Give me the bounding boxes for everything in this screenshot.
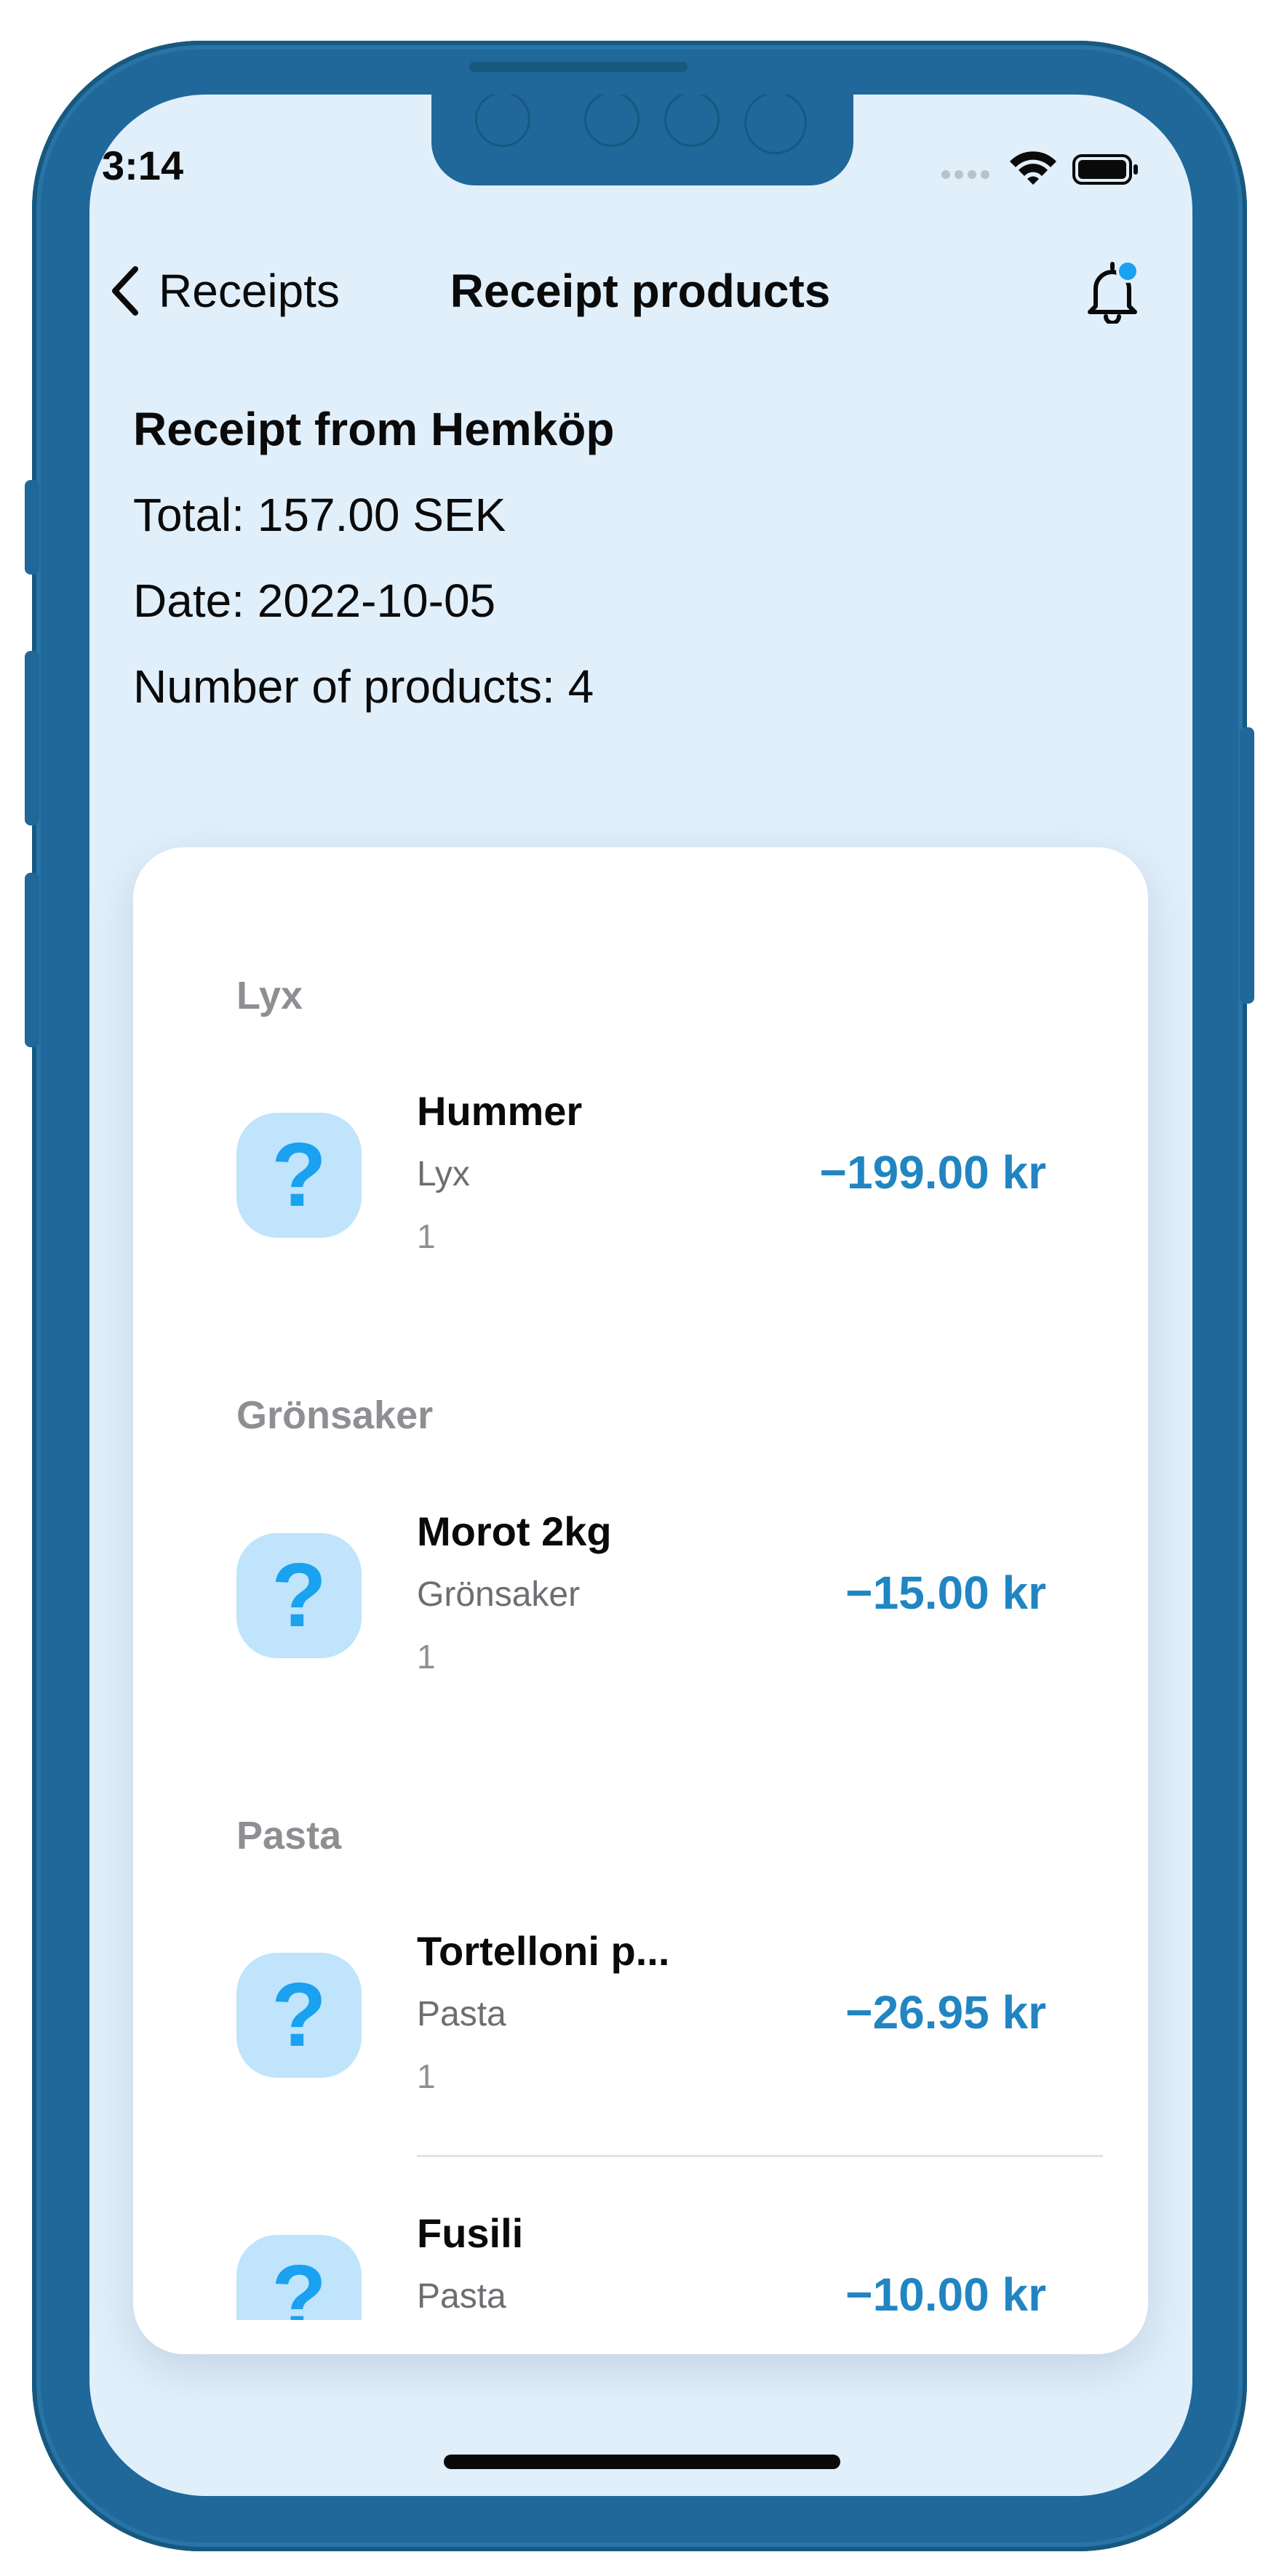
question-mark-icon: ?	[271, 1965, 327, 2065]
product-name: Fusili	[417, 2210, 524, 2256]
volume-down-button	[25, 873, 39, 1047]
scroll-clip	[133, 2320, 1148, 2354]
product-amount: −26.95 kr	[845, 1986, 1046, 2039]
notch	[431, 95, 853, 185]
camera-icon	[475, 95, 530, 147]
battery-icon	[1072, 154, 1138, 185]
receipt-date: Date: 2022-10-05	[133, 575, 496, 627]
status-time: 3:14	[102, 143, 184, 188]
question-mark-icon: ?	[271, 1125, 327, 1225]
product-category: Pasta	[417, 1995, 506, 2033]
product-quantity: 1	[417, 1638, 436, 1676]
product-category: Lyx	[417, 1155, 470, 1193]
row-divider	[417, 2155, 1103, 2157]
product-name: Tortelloni p...	[417, 1928, 670, 1974]
product-amount: −10.00 kr	[845, 2268, 1046, 2321]
receipt-product-count: Number of products: 4	[133, 660, 594, 713]
notification-dot	[1116, 260, 1139, 283]
receipt-summary: Receipt from Hemköp Total: 157.00 SEK Da…	[133, 396, 614, 740]
bell-icon	[1088, 260, 1139, 325]
wifi-icon	[1010, 151, 1056, 185]
product-name: Hummer	[417, 1088, 583, 1134]
product-name: Morot 2kg	[417, 1508, 612, 1554]
receipt-heading: Receipt from Hemköp	[133, 403, 615, 455]
earpiece-speaker	[469, 62, 688, 72]
sensor-icon	[584, 95, 640, 147]
status-icons	[939, 145, 1142, 189]
product-icon: ?	[236, 1113, 362, 1238]
product-category: Pasta	[417, 2277, 506, 2316]
section-title: Pasta	[236, 1814, 342, 1857]
back-label: Receipts	[159, 265, 340, 317]
product-icon: ?	[236, 1953, 362, 2078]
product-quantity: 1	[417, 2057, 436, 2095]
sensor-icon	[664, 95, 720, 147]
back-button[interactable]: Receipts	[109, 258, 340, 324]
chevron-left-icon	[112, 266, 138, 316]
product-icon: ?	[236, 1533, 362, 1658]
notifications-button[interactable]	[1080, 258, 1145, 325]
products-card[interactable]: Lyx ? Hummer Lyx 1 −199.00 kr Grönsaker …	[133, 847, 1148, 2354]
sensor-icon	[744, 95, 807, 154]
product-amount: −15.00 kr	[845, 1567, 1046, 1619]
product-category: Grönsaker	[417, 1575, 581, 1614]
product-amount: −199.00 kr	[819, 1146, 1046, 1199]
section-title: Grönsaker	[236, 1393, 434, 1437]
silent-switch	[25, 480, 39, 575]
power-button	[1240, 727, 1254, 1004]
question-mark-icon: ?	[271, 1545, 327, 1646]
product-quantity: 1	[417, 1217, 436, 1255]
cellular-signal-icon	[941, 170, 989, 179]
volume-up-button	[25, 651, 39, 825]
page-title: Receipt products	[450, 265, 831, 317]
section-title: Lyx	[236, 974, 303, 1017]
receipt-total: Total: 157.00 SEK	[133, 489, 506, 541]
home-indicator[interactable]	[444, 2455, 840, 2469]
